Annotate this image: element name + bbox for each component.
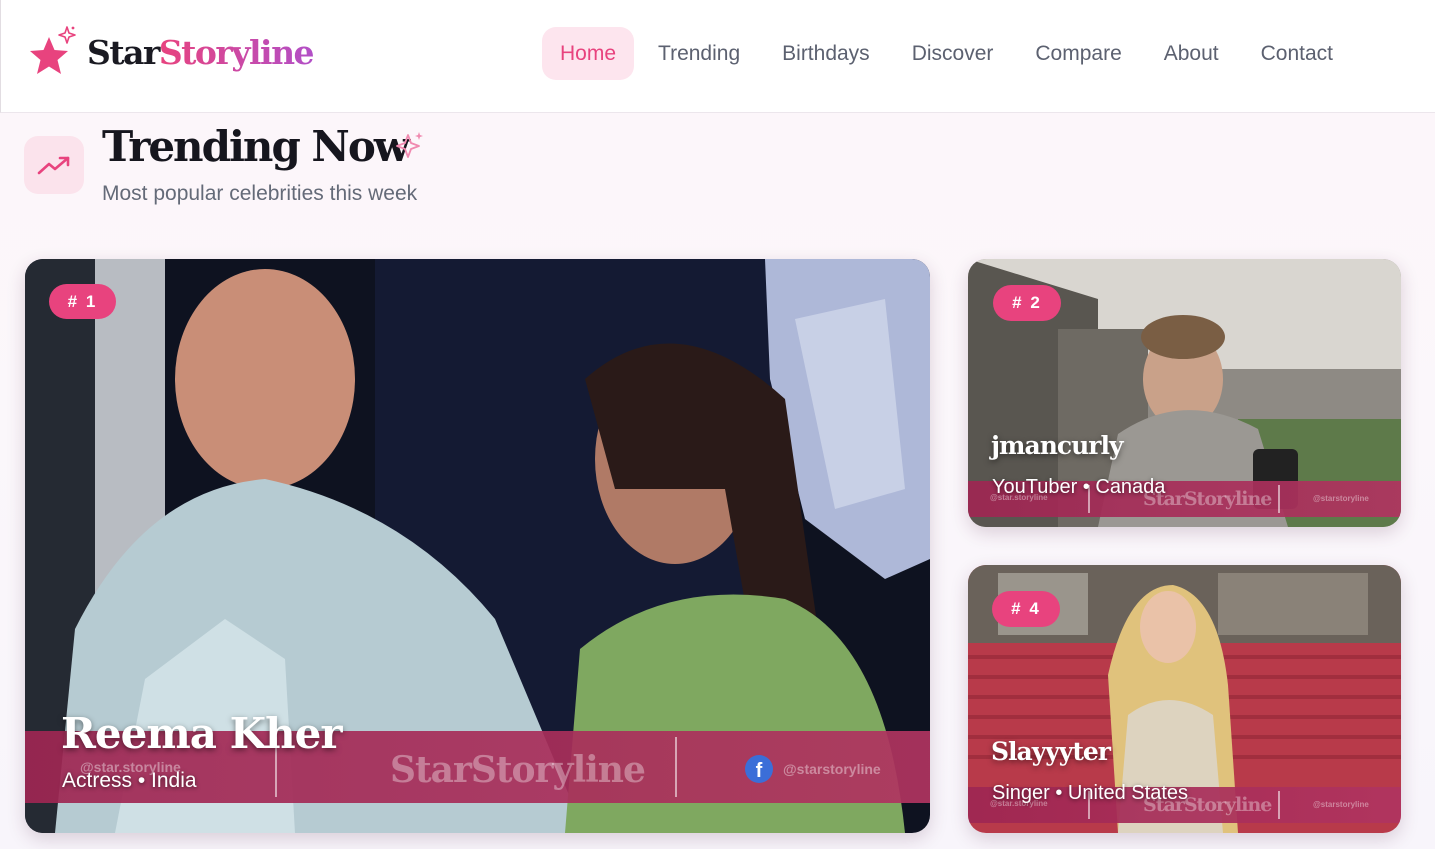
facebook-icon: f: [745, 755, 773, 783]
celebrity-name[interactable]: jmancurly: [991, 431, 1123, 460]
nav-home[interactable]: Home: [542, 27, 635, 80]
section-title: Trending Now: [102, 122, 410, 171]
star-logo-icon: [30, 26, 76, 74]
watermark-facebook-handle: @starstoryline: [1313, 494, 1369, 503]
watermark-divider: [1278, 791, 1280, 819]
watermark-divider: [675, 737, 677, 797]
watermark-brand: StarStoryline: [390, 749, 646, 791]
watermark-facebook-handle: @starstoryline: [783, 761, 881, 777]
rank-badge: # 2: [993, 285, 1061, 321]
site-header: StarStoryline Home Trending Birthdays Di…: [0, 0, 1435, 113]
logo-text-storyline: Storyline: [158, 32, 315, 72]
celebrity-card-1[interactable]: @star.storyline StarStoryline f @starsto…: [25, 259, 930, 833]
section-subtitle: Most popular celebrities this week: [102, 182, 418, 205]
celebrity-card-2[interactable]: @star.storyline StarStoryline @starstory…: [968, 259, 1401, 527]
site-logo[interactable]: StarStoryline: [27, 22, 315, 82]
celebrity-name[interactable]: Slayyyter: [991, 737, 1111, 766]
nav-trending[interactable]: Trending: [640, 27, 758, 80]
trending-badge: [24, 136, 84, 194]
site-logo-text: StarStoryline: [87, 32, 315, 72]
celebrity-card-4[interactable]: @star.storyline StarStoryline @starstory…: [968, 565, 1401, 833]
nav-compare[interactable]: Compare: [1017, 27, 1139, 80]
nav-contact[interactable]: Contact: [1243, 27, 1351, 80]
sparkle-icon: [396, 132, 423, 158]
rank-badge: # 4: [992, 591, 1060, 627]
logo-text-star: Star: [87, 32, 160, 72]
watermark-divider: [1278, 485, 1280, 513]
nav-discover[interactable]: Discover: [894, 27, 1012, 80]
celebrity-name[interactable]: Reema Kher: [61, 709, 343, 758]
watermark-facebook-handle: @starstoryline: [1313, 800, 1369, 809]
celebrity-meta: Actress • India: [62, 769, 197, 792]
rank-badge: # 1: [49, 284, 116, 319]
nav-about[interactable]: About: [1146, 27, 1237, 80]
celebrity-meta: YouTuber • Canada: [992, 476, 1166, 498]
nav-birthdays[interactable]: Birthdays: [764, 27, 888, 80]
trending-up-icon: [37, 156, 70, 175]
celebrity-meta: Singer • United States: [992, 782, 1188, 804]
main-nav: Home Trending Birthdays Discover Compare…: [542, 27, 1357, 80]
